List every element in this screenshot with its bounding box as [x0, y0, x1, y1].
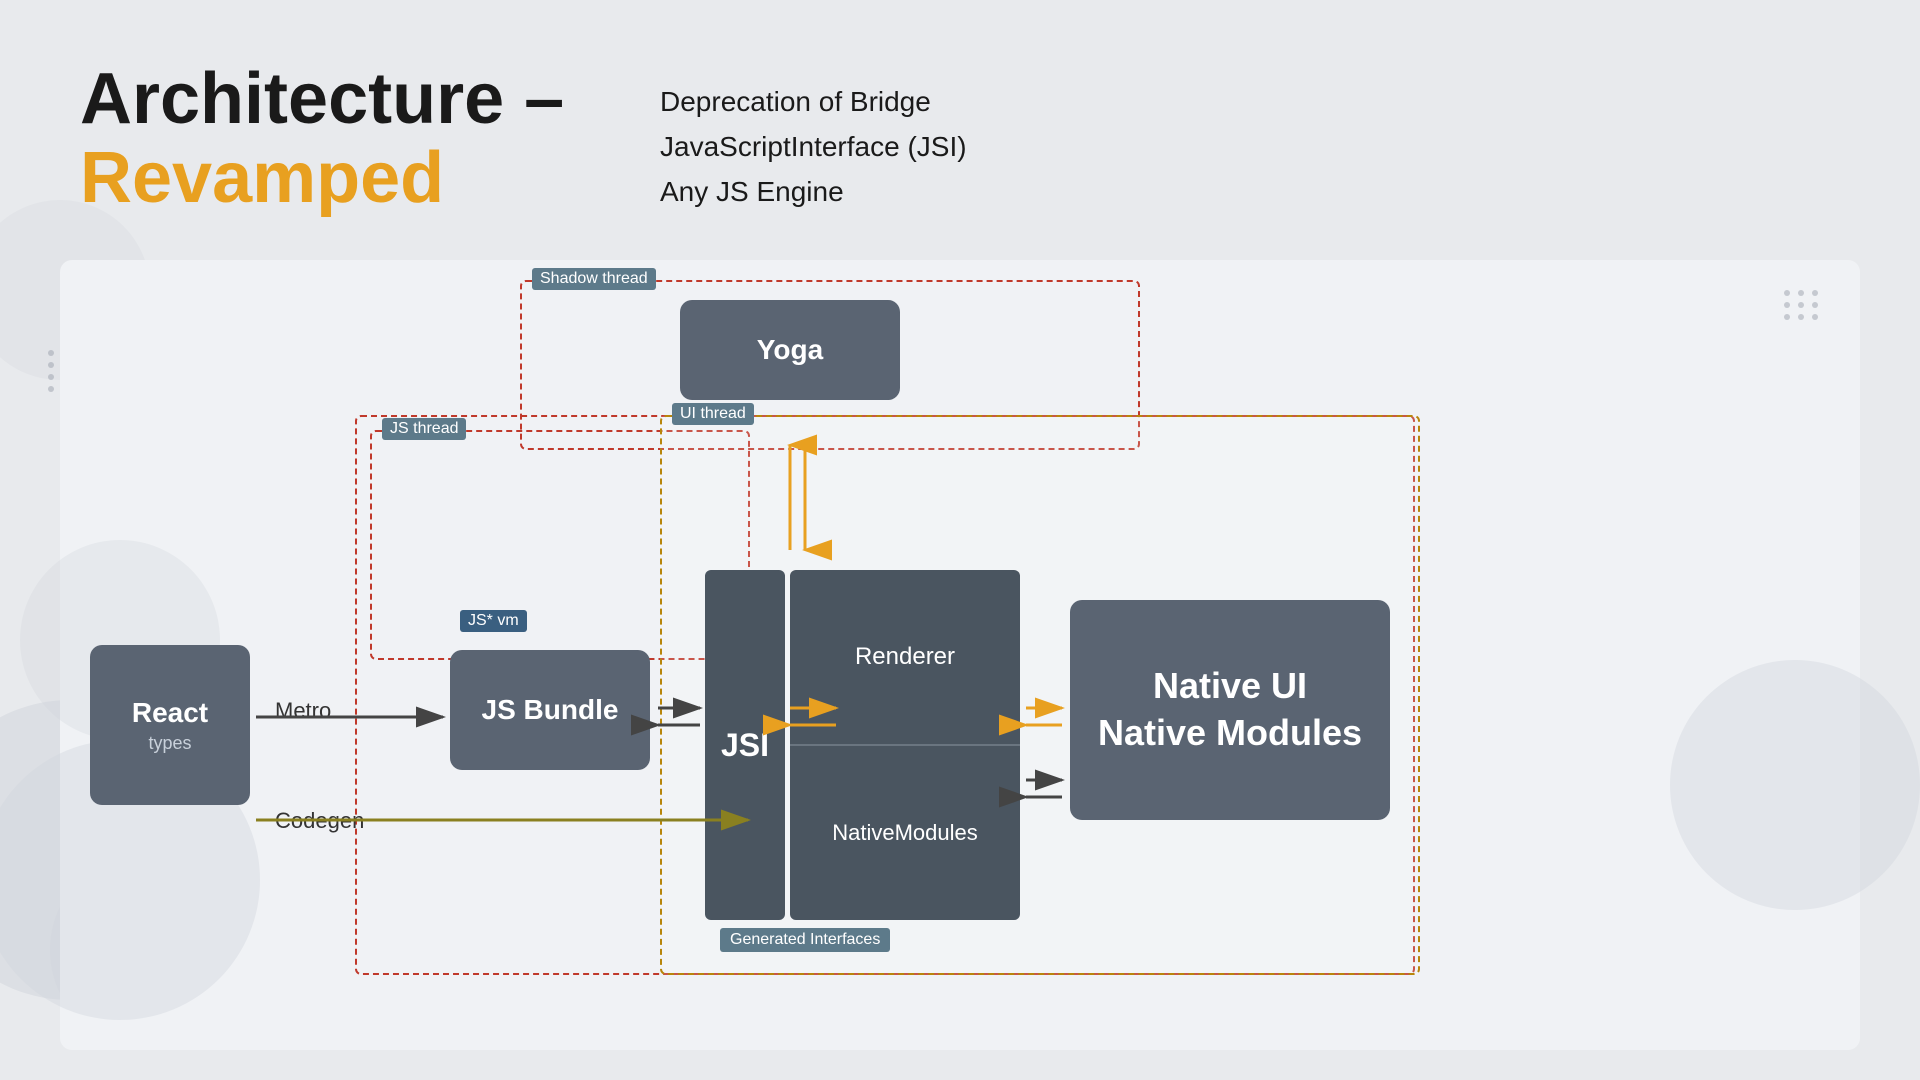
jsi-label: JSI [721, 727, 769, 764]
codegen-label: Codegen [275, 808, 364, 834]
types-label: types [148, 733, 191, 754]
nativemodules-inner-label: NativeModules [790, 746, 1020, 920]
title-line2: Revamped [80, 139, 564, 218]
native-box: Native UI Native Modules [1070, 600, 1390, 820]
jsbundle-box: JS Bundle [450, 650, 650, 770]
shadow-thread-label: Shadow thread [532, 268, 656, 290]
bullets-list: Deprecation of Bridge JavaScriptInterfac… [660, 80, 967, 214]
renderer-label: Renderer [790, 570, 1020, 746]
header: Architecture – Revamped [80, 60, 564, 218]
ui-thread-label: UI thread [672, 403, 754, 425]
yoga-label: Yoga [757, 334, 823, 366]
react-label: React [132, 697, 208, 729]
renderer-area: Renderer NativeModules [790, 570, 1020, 920]
title-line1: Architecture – [80, 60, 564, 139]
generated-interfaces-label: Generated Interfaces [720, 928, 890, 952]
jsi-bar: JSI [705, 570, 785, 920]
native-ui-label: Native UI [1153, 663, 1307, 710]
dots-grid-top-right [1784, 290, 1820, 320]
yoga-box: Yoga [680, 300, 900, 400]
native-modules-label: Native Modules [1098, 710, 1362, 757]
bullet-item-1: Deprecation of Bridge [660, 80, 967, 125]
bullet-item-2: JavaScriptInterface (JSI) [660, 125, 967, 170]
js-thread-label: JS thread [382, 418, 466, 440]
diagram-container: Shadow thread JS thread UI thread Yoga R… [60, 260, 1860, 1050]
jsbundle-label: JS Bundle [482, 694, 619, 726]
metro-label: Metro [275, 698, 331, 724]
bullet-item-3: Any JS Engine [660, 170, 967, 215]
react-box: React types [90, 645, 250, 805]
jsvm-label: JS* vm [460, 610, 527, 632]
dec-circle-right [1670, 660, 1920, 910]
